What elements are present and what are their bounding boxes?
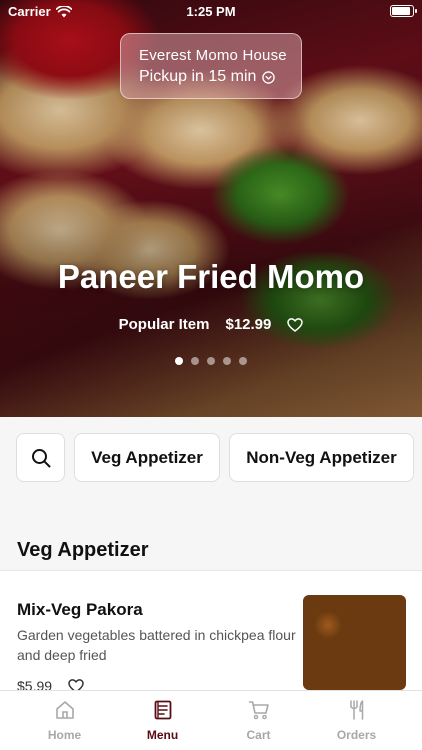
- status-bar: Carrier 1:25 PM: [0, 0, 422, 24]
- menu-item[interactable]: Mix-Veg Pakora Garden vegetables battere…: [0, 572, 422, 690]
- chevron-down-circle-icon: [262, 70, 276, 84]
- tab-cart[interactable]: Cart: [206, 691, 311, 750]
- item-name: Mix-Veg Pakora: [17, 600, 143, 619]
- section-title: Veg Appetizer: [17, 539, 149, 561]
- item-description: Garden vegetables battered in chickpea f…: [17, 627, 296, 663]
- tab-bar: Home Menu Cart Orders: [0, 690, 422, 750]
- popular-tag: Popular Item: [118, 316, 210, 333]
- item-price-row: $5.99: [17, 678, 84, 690]
- item-photo: [303, 595, 406, 690]
- menu-icon: [154, 700, 171, 720]
- store-name: Everest Momo House: [139, 47, 287, 64]
- item-price: $5.99: [17, 678, 53, 690]
- carousel-dot[interactable]: [239, 357, 247, 365]
- tab-menu[interactable]: Menu: [110, 691, 215, 750]
- tab-cart-label: Cart: [246, 728, 271, 742]
- hero-item-title: Paneer Fried Momo: [57, 258, 365, 295]
- heart-icon[interactable]: [287, 317, 304, 333]
- pickup-time: Pickup in 15 min: [139, 68, 301, 86]
- store-selector[interactable]: Everest Momo House Pickup in 15 min: [120, 33, 302, 99]
- tab-home[interactable]: Home: [12, 691, 117, 750]
- heart-icon[interactable]: [68, 678, 84, 690]
- category-bar: Veg Appetizer Non-Veg Appetizer: [0, 417, 422, 507]
- carousel-dot[interactable]: [223, 357, 231, 365]
- carousel-dots[interactable]: [0, 357, 422, 365]
- search-button[interactable]: [16, 433, 65, 482]
- cart-icon: [248, 701, 269, 720]
- home-icon: [55, 701, 74, 719]
- fork-knife-icon: [349, 700, 363, 720]
- tab-orders[interactable]: Orders: [304, 691, 409, 750]
- category-chip-non-veg-appetizer[interactable]: Non-Veg Appetizer: [229, 433, 414, 482]
- search-icon: [31, 448, 50, 467]
- category-chip-veg-appetizer[interactable]: Veg Appetizer: [74, 433, 220, 482]
- tab-menu-label: Menu: [146, 728, 179, 742]
- tab-home-label: Home: [47, 728, 82, 742]
- carousel-dot[interactable]: [207, 357, 215, 365]
- hero-price: $12.99: [225, 316, 272, 333]
- battery-icon: [390, 5, 417, 17]
- hero-banner[interactable]: Carrier 1:25 PM Everest Momo House Picku…: [0, 0, 422, 417]
- status-time: 1:25 PM: [186, 4, 236, 19]
- pickup-label: Pickup in 15 min: [139, 68, 257, 85]
- hero-item-meta: Popular Item $12.99: [0, 316, 422, 333]
- carousel-dot[interactable]: [191, 357, 199, 365]
- menu-section-header: Veg Appetizer: [0, 507, 422, 571]
- tab-orders-label: Orders: [336, 728, 377, 742]
- carousel-dot[interactable]: [175, 357, 183, 365]
